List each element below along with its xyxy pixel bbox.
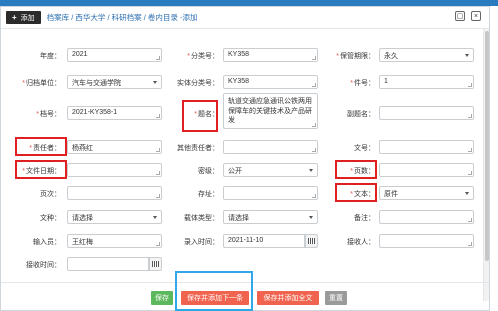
archive-unit-select[interactable]: 汽车与交通学院 <box>67 75 162 89</box>
input-time-label: 录入时间： <box>184 239 219 246</box>
entity-category-no-field[interactable]: KY358 <box>223 75 318 89</box>
remarks-label: 备注： <box>354 215 375 222</box>
add-label: 添加 <box>20 14 35 22</box>
item-no-label: *件号： <box>350 80 375 87</box>
maximize-icon[interactable]: ▢ <box>455 11 465 21</box>
secrecy-label: 密级： <box>198 168 219 175</box>
carrier-type-label: 载体类型： <box>184 215 219 222</box>
location-label: 存址： <box>198 191 219 198</box>
highlight-box <box>335 183 377 202</box>
doc-type-label: 文种： <box>40 215 61 222</box>
highlight-box <box>335 160 377 179</box>
receive-time-label: 接收时间： <box>26 262 61 269</box>
highlight-box <box>15 137 67 156</box>
save-and-fulltext-button[interactable]: 保存并添加全文 <box>257 291 319 305</box>
page-order-field[interactable] <box>67 186 162 200</box>
receiver-field[interactable] <box>379 234 474 248</box>
entity-category-no-label: 实体分类号： <box>177 80 219 87</box>
other-responsible-label: 其他责任者： <box>177 145 219 152</box>
location-field[interactable] <box>223 186 318 200</box>
category-no-field[interactable]: KY358 <box>223 48 318 62</box>
file-no-label: *档号： <box>36 111 61 118</box>
retention-select[interactable]: 永久 <box>379 48 474 62</box>
carrier-type-select[interactable]: 请选择 <box>223 210 318 224</box>
receive-time-field[interactable] <box>67 257 149 271</box>
inputter-field[interactable]: 王红梅 <box>67 234 162 248</box>
title-field[interactable]: 轨道交通应急通讯公铁两用保障车的关键技术及产品研发 <box>223 93 318 129</box>
item-no-field[interactable]: 1 <box>379 75 474 89</box>
add-dialog: + 添加 档案库 / 西华大学 / 科研档案 / 卷内目录 -添加 ▢ × 年度… <box>0 6 490 311</box>
highlight-box <box>182 100 218 132</box>
close-icon[interactable]: × <box>471 11 481 21</box>
window-controls: ▢ × <box>455 11 481 21</box>
calendar-icon[interactable] <box>305 234 318 248</box>
category-no-label: *分类号： <box>187 53 219 60</box>
page-order-label: 页次： <box>40 191 61 198</box>
file-date-field[interactable] <box>67 163 162 177</box>
add-badge: + 添加 <box>6 11 41 24</box>
text-type-select[interactable]: 原件 <box>379 186 474 200</box>
breadcrumb: 档案库 / 西华大学 / 科研档案 / 卷内目录 -添加 <box>46 13 198 22</box>
retention-label: *保管期限： <box>336 53 375 60</box>
scrollbar[interactable] <box>483 29 489 301</box>
file-no-field[interactable]: 2021-KY358-1 <box>67 106 162 120</box>
plus-icon: + <box>12 13 17 22</box>
archive-unit-label: *归档单位： <box>22 80 61 87</box>
page-count-field[interactable] <box>379 163 474 177</box>
dialog-header: + 添加 档案库 / 西华大学 / 科研档案 / 卷内目录 -添加 ▢ × <box>1 7 489 29</box>
inputter-label: 输入员： <box>33 239 61 246</box>
scrollbar-thumb[interactable] <box>485 31 489 261</box>
year-label: 年度： <box>40 53 61 60</box>
year-field[interactable]: 2021 <box>67 48 162 62</box>
highlight-box-blue <box>175 271 253 311</box>
doc-no-field[interactable] <box>379 140 474 154</box>
responsible-field[interactable]: 杨燕红 <box>67 140 162 154</box>
calendar-icon[interactable] <box>149 257 162 271</box>
reset-button[interactable]: 重置 <box>325 291 347 305</box>
receiver-label: 接收人： <box>347 239 375 246</box>
secrecy-select[interactable]: 公开 <box>223 163 318 177</box>
doc-type-select[interactable]: 请选择 <box>67 210 162 224</box>
subtitle-label: 副题名： <box>347 111 375 118</box>
input-time-field[interactable]: 2021-11-10 <box>223 234 305 248</box>
highlight-box <box>15 160 67 179</box>
doc-no-label: 文号： <box>354 145 375 152</box>
remarks-field[interactable] <box>379 210 474 224</box>
save-button[interactable]: 保存 <box>151 291 173 305</box>
other-responsible-field[interactable] <box>223 140 318 154</box>
subtitle-field[interactable] <box>379 106 474 120</box>
